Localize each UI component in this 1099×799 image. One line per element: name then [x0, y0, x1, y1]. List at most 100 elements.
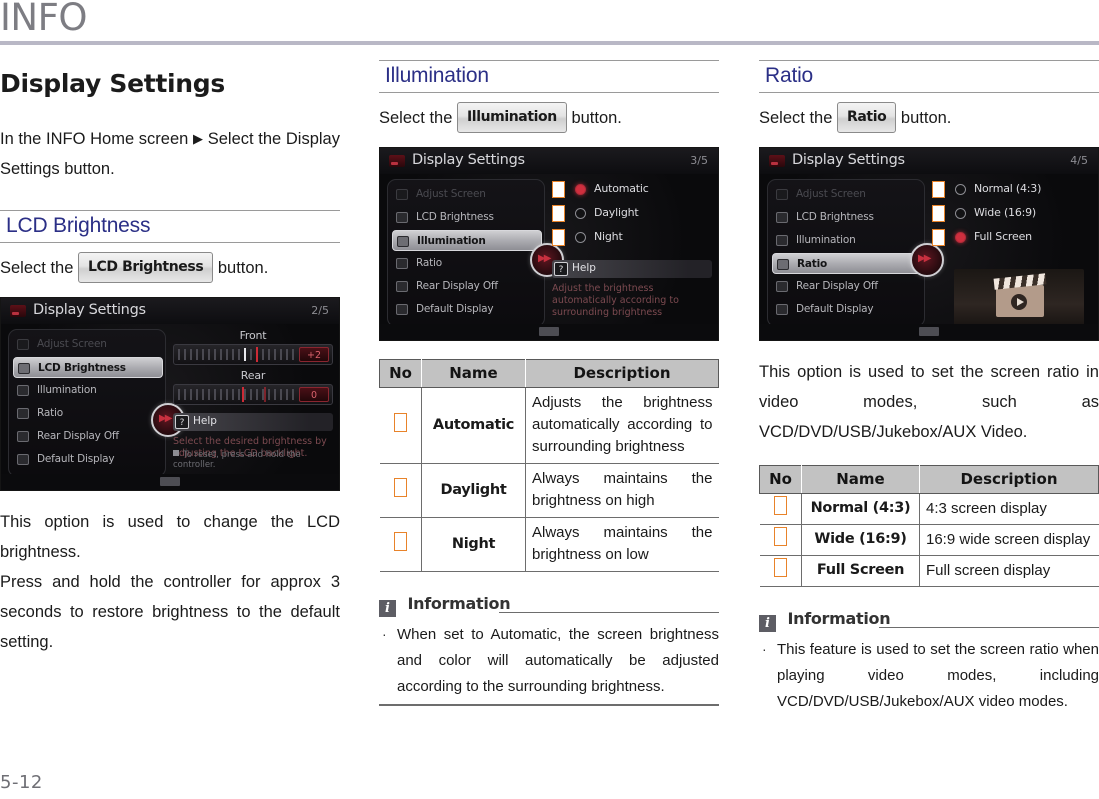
- lcd-paragraph-2: Press and hold the controller for approx…: [0, 573, 340, 651]
- radio-label: Normal (4:3): [974, 182, 1042, 195]
- information-text: When set to Automatic, the screen bright…: [397, 626, 719, 695]
- table-row: Normal (4:3) 4:3 screen display: [759, 493, 1099, 525]
- menu-item-adjust-screen[interactable]: Adjust Screen: [13, 334, 163, 355]
- screenshot-menu-panel: Adjust Screen LCD Brightness Illuminatio…: [767, 179, 925, 327]
- radio-dot-icon: [955, 232, 966, 243]
- illumination-button-chip[interactable]: Illumination: [456, 102, 567, 133]
- menu-label: Ratio: [797, 258, 828, 270]
- radio-option-full-screen[interactable]: Full Screen: [932, 227, 1092, 248]
- ratio-options-table: No Name Description Normal (4:3) 4:3 scr…: [759, 465, 1099, 587]
- information-rule: [499, 611, 719, 613]
- rear-display-icon: [17, 431, 29, 442]
- section-title: Ratio: [765, 64, 814, 87]
- information-body: · When set to Automatic, the screen brig…: [379, 622, 719, 700]
- ratio-button-chip[interactable]: Ratio: [836, 102, 897, 133]
- menu-item-default-display[interactable]: Default Display: [392, 299, 542, 320]
- help-row[interactable]: ? Help: [552, 260, 712, 278]
- menu-item-ratio[interactable]: Ratio: [392, 253, 542, 274]
- table-cell-name: Normal (4:3): [801, 493, 920, 525]
- information-header: i Information: [759, 609, 1099, 632]
- lcd-brightness-button-chip[interactable]: LCD Brightness: [77, 252, 214, 283]
- radio-option-normal[interactable]: Normal (4:3): [932, 179, 1092, 200]
- slider-thumb[interactable]: [242, 387, 244, 402]
- bullet-icon: ·: [382, 626, 387, 642]
- menu-item-rear-display-off[interactable]: Rear Display Off: [772, 276, 922, 297]
- illumination-icon: [776, 235, 788, 246]
- menu-item-adjust-screen[interactable]: Adjust Screen: [392, 184, 542, 205]
- menu-item-ratio[interactable]: Ratio: [13, 403, 163, 424]
- menu-item-illumination[interactable]: Illumination: [772, 230, 922, 251]
- default-display-icon: [776, 304, 788, 315]
- menu-item-illumination[interactable]: Illumination: [392, 230, 542, 251]
- screenshot-illumination: Display Settings 3/5 Adjust Screen LCD B…: [379, 147, 719, 341]
- menu-item-default-display[interactable]: Default Display: [13, 449, 163, 470]
- menu-item-illumination[interactable]: Illumination: [13, 380, 163, 401]
- menu-label: LCD Brightness: [416, 211, 494, 223]
- brightness-icon: [396, 212, 408, 223]
- radio-dot-icon: [955, 208, 966, 219]
- radio-option-daylight[interactable]: Daylight: [552, 203, 712, 224]
- placeholder-box-icon: [932, 229, 945, 246]
- menu-item-lcd-brightness[interactable]: LCD Brightness: [772, 207, 922, 228]
- menu-label: Default Display: [416, 303, 494, 315]
- screenshot-menu-panel: Adjust Screen LCD Brightness Illuminatio…: [387, 179, 545, 327]
- footer-button-icon: [539, 327, 559, 336]
- placeholder-box-icon: [552, 205, 565, 222]
- select-prefix: Select the: [379, 109, 453, 127]
- menu-item-default-display[interactable]: Default Display: [772, 299, 922, 320]
- table-cell-description: Adjusts the brightness automatically acc…: [525, 387, 719, 464]
- menu-item-lcd-brightness[interactable]: LCD Brightness: [13, 357, 163, 378]
- screenshot-menu-panel: Adjust Screen LCD Brightness Illuminatio…: [8, 329, 166, 477]
- information-block-illumination: i Information · When set to Automatic, t…: [379, 594, 719, 706]
- brightness-icon: [18, 363, 30, 374]
- table-cell-no: [379, 387, 422, 464]
- adjust-screen-icon: [396, 189, 408, 200]
- menu-item-ratio[interactable]: Ratio: [772, 253, 922, 274]
- radio-option-night[interactable]: Night: [552, 227, 712, 248]
- rear-slider-label: Rear: [240, 369, 266, 382]
- help-row[interactable]: ? Help: [173, 413, 333, 431]
- radio-option-wide[interactable]: Wide (16:9): [932, 203, 1092, 224]
- slider-secondary-marker: [264, 387, 266, 402]
- info-icon: i: [379, 600, 396, 617]
- menu-item-rear-display-off[interactable]: Rear Display Off: [392, 276, 542, 297]
- info-icon: i: [759, 615, 776, 632]
- adjust-screen-icon: [17, 339, 29, 350]
- front-brightness-slider[interactable]: +2: [173, 344, 333, 365]
- rear-display-icon: [396, 281, 408, 292]
- radio-option-automatic[interactable]: Automatic: [552, 179, 712, 200]
- table-header-name: Name: [801, 465, 920, 494]
- bullet-square-icon: [173, 450, 179, 456]
- rear-brightness-slider[interactable]: 0: [173, 384, 333, 405]
- menu-item-rear-display-off[interactable]: Rear Display Off: [13, 426, 163, 447]
- placeholder-box-icon: [773, 496, 787, 515]
- column-middle: Illumination Select the Illumination but…: [379, 60, 719, 706]
- brightness-icon: [776, 212, 788, 223]
- slider-thumb[interactable]: [256, 347, 258, 362]
- placeholder-box-icon: [773, 558, 787, 577]
- information-header: i Information: [379, 594, 719, 617]
- radio-label: Full Screen: [974, 230, 1032, 243]
- select-instruction-illumination: Select the Illumination button.: [379, 102, 719, 133]
- menu-label: LCD Brightness: [796, 211, 874, 223]
- help-label: Help: [572, 262, 596, 274]
- placeholder-box-icon: [932, 205, 945, 222]
- header-divider: [0, 41, 1099, 45]
- table-cell-name: Night: [421, 517, 526, 572]
- table-cell-name: Wide (16:9): [801, 524, 920, 556]
- help-description: Adjust the brightness automatically acco…: [552, 283, 679, 318]
- ratio-paragraph: This option is used to set the screen ra…: [759, 363, 1099, 441]
- page-title: Display Settings: [0, 69, 225, 98]
- front-slider-value: +2: [299, 347, 329, 362]
- page-number: 5-12: [0, 772, 43, 793]
- menu-label: Illumination: [37, 384, 97, 396]
- menu-item-adjust-screen[interactable]: Adjust Screen: [772, 184, 922, 205]
- placeholder-box-icon: [552, 181, 565, 198]
- radio-label: Wide (16:9): [974, 206, 1037, 219]
- screenshot-page-indicator: 2/5: [311, 304, 329, 317]
- table-row: Daylight Always maintains the brightness…: [379, 463, 719, 518]
- menu-item-lcd-brightness[interactable]: LCD Brightness: [392, 207, 542, 228]
- menu-label: Illumination: [796, 234, 856, 246]
- slider-ticks: [178, 349, 296, 360]
- select-instruction-lcd: Select the LCD Brightness button.: [0, 252, 340, 283]
